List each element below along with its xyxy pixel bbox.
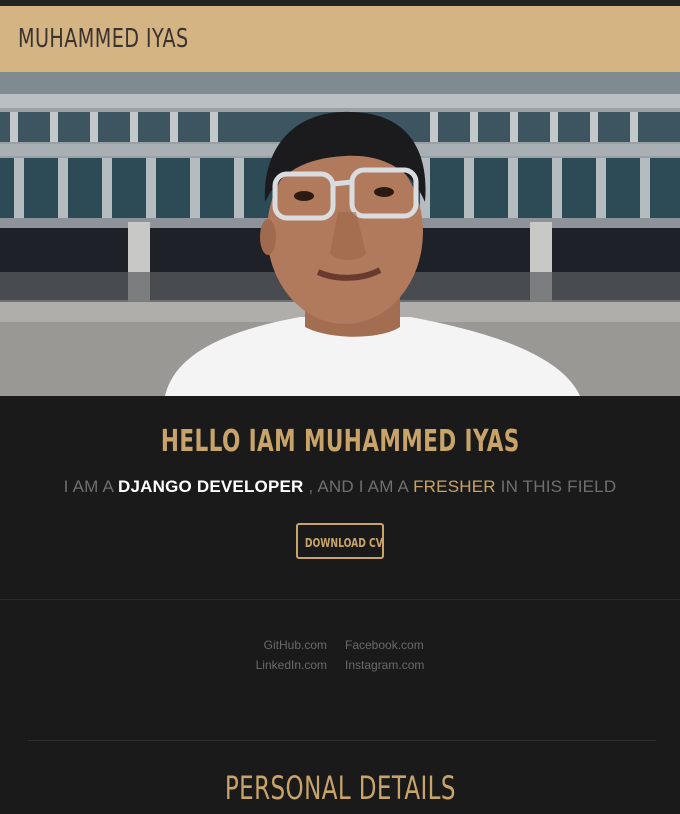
personal-details-header: PERSONAL DETAILS: [0, 769, 680, 807]
download-cv-button[interactable]: DOWNLOAD CV: [296, 523, 384, 559]
tagline-mid: , AND I AM A: [303, 477, 414, 496]
tagline-level: FRESHER: [413, 477, 496, 496]
github-link[interactable]: GitHub.com: [256, 638, 327, 652]
hero-photo: [0, 72, 680, 396]
download-cv-label: DOWNLOAD CV: [304, 536, 383, 550]
intro-title: HELLO IAM MUHAMMED IYAS: [160, 424, 520, 459]
linkedin-link[interactable]: LinkedIn.com: [256, 658, 327, 672]
section-divider: [28, 740, 656, 741]
site-header: MUHAMMED IYAS: [0, 6, 680, 72]
portrait-image: [0, 72, 680, 396]
tagline-suffix: IN THIS FIELD: [495, 477, 617, 496]
personal-details-title: PERSONAL DETAILS: [224, 769, 456, 807]
intro-section: HELLO IAM MUHAMMED IYAS I AM A DJANGO DE…: [0, 396, 680, 600]
brand-title[interactable]: MUHAMMED IYAS: [18, 24, 189, 54]
instagram-link[interactable]: Instagram.com: [345, 658, 424, 672]
intro-tagline: I AM A DJANGO DEVELOPER , AND I AM A FRE…: [0, 477, 680, 497]
facebook-link[interactable]: Facebook.com: [345, 638, 424, 652]
social-links: GitHub.com Facebook.com LinkedIn.com Ins…: [0, 600, 680, 740]
tagline-prefix: I AM A: [63, 477, 118, 496]
tagline-role: DJANGO DEVELOPER: [118, 477, 304, 496]
